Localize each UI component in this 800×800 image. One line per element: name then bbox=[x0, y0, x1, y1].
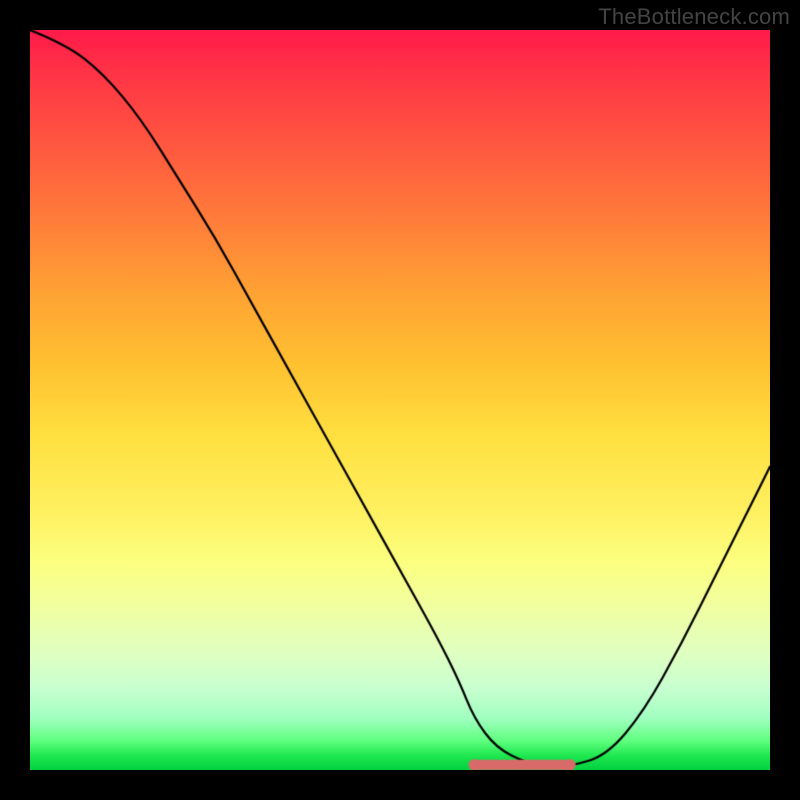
bottleneck-curve-canvas bbox=[30, 30, 770, 770]
chart-plot-area bbox=[30, 30, 770, 770]
watermark-text: TheBottleneck.com bbox=[598, 4, 790, 30]
